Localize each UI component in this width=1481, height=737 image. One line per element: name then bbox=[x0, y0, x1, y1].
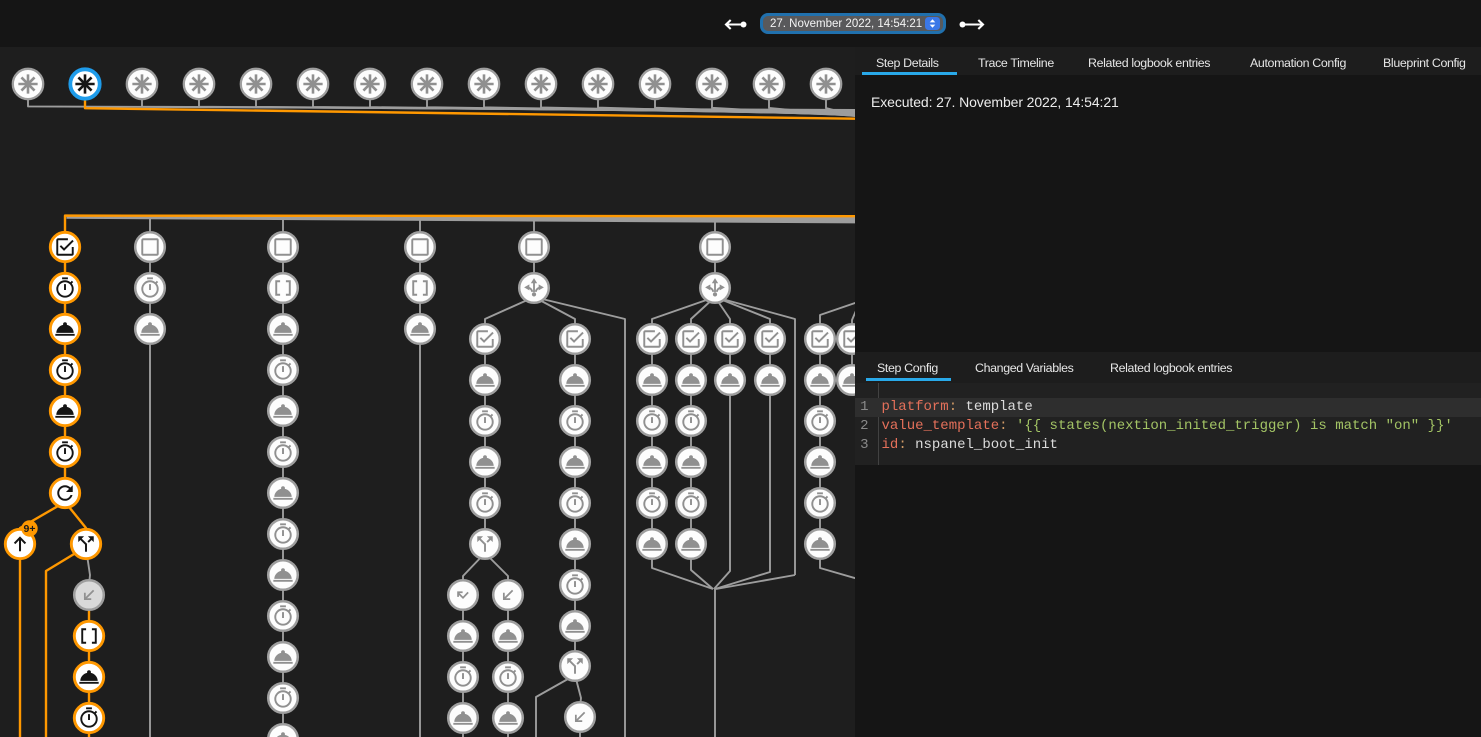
svg-text:9+: 9+ bbox=[24, 523, 36, 535]
